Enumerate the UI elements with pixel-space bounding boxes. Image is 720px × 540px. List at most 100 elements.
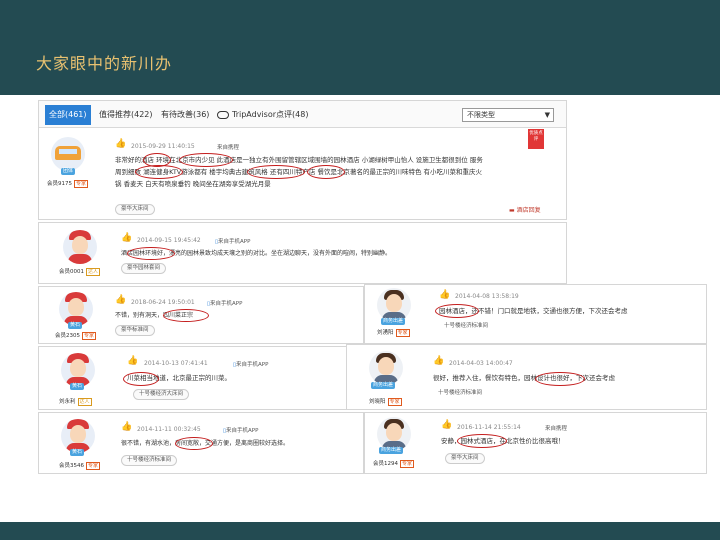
review-text: 很好，推荐入住，餐饮有特色，园林设计也很好，下次还会考虑 xyxy=(433,374,615,382)
face-shape xyxy=(70,359,86,377)
review-timestamp: 2014-10-13 07:41:41 xyxy=(144,360,208,367)
reply-icon: ▬ xyxy=(509,207,517,214)
thumbs-up-icon: 👍 xyxy=(121,233,133,243)
highlight-circle xyxy=(163,309,209,322)
member-name: 会员2305 专家 xyxy=(55,331,97,340)
hotel-reply-label: 酒店回复 xyxy=(516,207,541,214)
highlight-circle xyxy=(127,247,175,260)
member-name: 刘晓阳 专家 xyxy=(369,397,402,406)
tab-tripadvisor[interactable]: TripAdvisor点评(48) xyxy=(213,105,312,125)
review-card: 黄石 会员2305 专家 👍 2018-06-24 19:50:01 ▯来自手机A… xyxy=(38,286,364,344)
member-id: 会员0001 xyxy=(59,269,84,275)
room-type-tag: 十号楼经济大床间 xyxy=(133,389,190,400)
thumbs-up-icon: 👍 xyxy=(127,356,139,366)
traveler-type-badge: 黄石 xyxy=(70,383,85,390)
review-timestamp: 2016-11-14 21:55:14 xyxy=(457,424,521,431)
room-type-tag: 豪华标准间 xyxy=(115,325,155,336)
thumbs-up-icon: 👍 xyxy=(115,139,127,149)
face-shape xyxy=(386,294,402,312)
level-tag: 专家 xyxy=(74,180,89,188)
highlight-circle xyxy=(247,165,305,179)
highlight-circle xyxy=(457,434,507,448)
tab-tripadvisor-label: TripAdvisor点评(48) xyxy=(232,110,309,119)
member-name: 刘永利 达人 xyxy=(59,397,92,406)
slide-footer-band xyxy=(0,522,720,540)
tab-all[interactable]: 全部(461) xyxy=(45,105,91,125)
slide-header-band xyxy=(0,0,720,95)
review-text: 酒店园林环境好，漂亮的园林景致均成天壤之别的对比。坐在湖边聊天，没有外面的喧闹，… xyxy=(121,250,392,257)
tab-recommended[interactable]: 值得推荐(422) xyxy=(95,105,157,125)
review-timestamp: 2014-09-15 19:45:42 xyxy=(137,237,201,244)
hotel-reply-link[interactable]: ▬ 酒店回复 xyxy=(509,205,541,214)
member-name: 会员0001 达人 xyxy=(59,267,101,276)
review-source-label: 来自手机APP xyxy=(210,301,243,307)
room-type-tag: 十号楼经济标准间 xyxy=(438,390,483,396)
face-shape xyxy=(386,423,402,441)
level-tag: 专家 xyxy=(86,462,101,470)
avatar xyxy=(63,230,97,264)
review-timestamp: 2014-04-08 13:58:19 xyxy=(455,293,519,300)
level-tag: 达人 xyxy=(77,398,92,406)
room-type-tag: 十号楼经济标准间 xyxy=(444,323,489,329)
level-tag: 达人 xyxy=(86,268,101,276)
level-tag: 专家 xyxy=(387,398,402,406)
member-name: 会员9175 专家 xyxy=(47,179,89,188)
member-id: 刘永利 xyxy=(59,399,76,405)
tripadvisor-owl-icon xyxy=(217,110,229,119)
main-review-card: 全部(461) 值得推荐(422) 有待改善(36) TripAdvisor点评… xyxy=(38,100,567,220)
review-source-label: 来自手机APP xyxy=(236,362,269,368)
level-tag: 专家 xyxy=(395,329,410,337)
thumbs-up-icon: 👍 xyxy=(441,420,453,430)
review-type-value: 不限类型 xyxy=(467,111,495,119)
face-shape xyxy=(68,298,84,316)
bus-avatar-icon xyxy=(55,146,81,160)
level-tag: 专家 xyxy=(82,332,97,340)
thumbs-up-icon: 👍 xyxy=(121,422,133,432)
traveler-type-badge: 黄石 xyxy=(70,449,85,456)
body-shape xyxy=(68,254,92,264)
room-type-tag: 豪华园林套间 xyxy=(121,263,167,274)
review-source: ▯来自手机APP xyxy=(215,237,250,245)
level-tag: 专家 xyxy=(400,460,415,468)
face-shape xyxy=(72,236,88,254)
highlight-circle xyxy=(175,437,213,450)
chevron-down-icon: ▼ xyxy=(544,111,550,119)
review-timestamp: 2015-09-29 11:40:15 xyxy=(131,143,195,150)
traveler-type-badge: 商务出差 xyxy=(379,447,404,454)
review-card: 黄石 刘永利 达人 👍 2014-10-13 07:41:41 ▯来自手机APP … xyxy=(38,346,364,410)
review-card: 商务出差 会员1294 专家 👍 2016-11-14 21:55:14 来自携程… xyxy=(364,412,707,474)
review-type-select[interactable]: 不限类型 ▼ xyxy=(462,108,554,122)
highlight-circle xyxy=(435,304,479,318)
review-timestamp: 2014-11-11 00:32:45 xyxy=(137,426,201,433)
thumbs-up-icon: 👍 xyxy=(115,295,127,305)
review-source: 来自携程 xyxy=(217,145,240,151)
room-type-tag: 豪华大床间 xyxy=(445,453,485,464)
review-source-label: 来自手机APP xyxy=(226,428,259,434)
slide-title: 大家眼中的新川办 xyxy=(36,54,173,73)
traveler-type-badge: 黄石 xyxy=(68,322,83,329)
face-shape xyxy=(70,425,86,443)
highlight-circle xyxy=(123,372,159,386)
quality-ribbon: 优质点评 xyxy=(528,129,544,149)
review-card: 商务出差 刘晓阳 专家 👍 2014-04-03 14:00:47 很好，推荐入住… xyxy=(346,344,707,410)
avatar xyxy=(377,288,411,322)
member-name: 会员1294 专家 xyxy=(373,459,415,468)
room-type-tag: 豪华大床间 xyxy=(115,204,155,215)
avatar xyxy=(377,417,411,451)
review-timestamp: 2018-06-24 19:50:01 xyxy=(131,299,195,306)
member-id: 刘晓阳 xyxy=(369,399,386,405)
review-line: 锅 香麦天 白天有喷泉垂钓 晚间坐在湖旁享受湖光月景 xyxy=(115,180,271,188)
review-source: ▯来自手机APP xyxy=(207,299,242,307)
avatar xyxy=(369,351,403,385)
review-card: 会员0001 达人 👍 2014-09-15 19:45:42 ▯来自手机APP … xyxy=(38,222,567,284)
review-source-label: 来自手机APP xyxy=(218,239,251,245)
avatar xyxy=(61,419,95,453)
review-tabs: 全部(461) 值得推荐(422) 有待改善(36) TripAdvisor点评… xyxy=(39,101,566,128)
member-id: 会员1294 xyxy=(373,461,398,467)
traveler-type-badge: 商务出差 xyxy=(371,382,396,389)
tab-needs-improvement[interactable]: 有待改善(36) xyxy=(157,105,213,125)
member-id: 会员3546 xyxy=(59,463,84,469)
highlight-circle xyxy=(135,165,183,179)
review-source: ▯来自手机APP xyxy=(223,426,258,434)
thumbs-up-icon: 👍 xyxy=(439,290,451,300)
